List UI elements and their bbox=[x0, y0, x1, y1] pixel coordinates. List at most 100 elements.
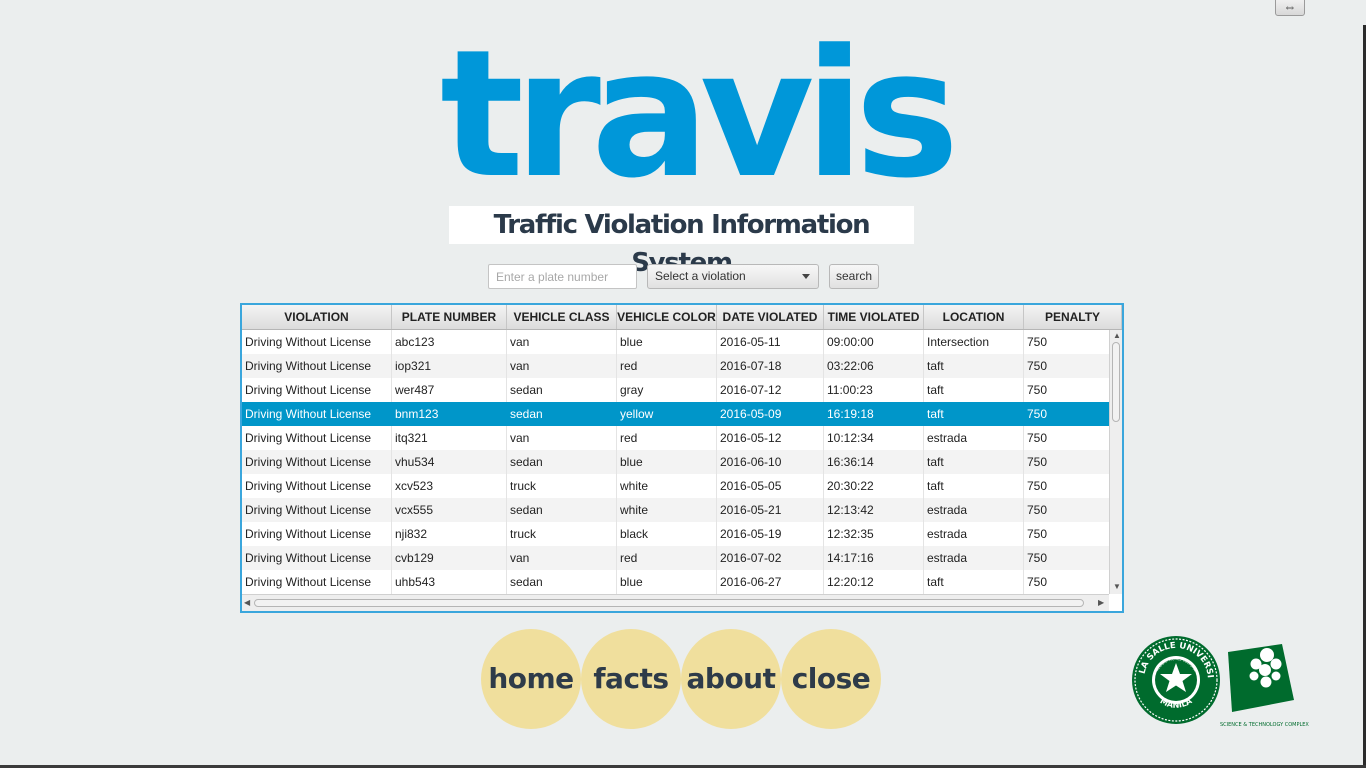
table-cell: iop321 bbox=[392, 354, 507, 378]
scroll-down-icon[interactable]: ▼ bbox=[1113, 582, 1121, 592]
table-cell: bnm123 bbox=[392, 402, 507, 426]
search-button[interactable]: search bbox=[829, 264, 879, 289]
table-cell: 2016-05-19 bbox=[717, 522, 824, 546]
table-row[interactable]: Driving Without License xcv523 truck white 2… bbox=[242, 474, 1109, 498]
table-row[interactable]: Driving Without License iop321 van red 2016-… bbox=[242, 354, 1109, 378]
plate-number-input[interactable] bbox=[488, 264, 637, 289]
table-cell: 2016-05-12 bbox=[717, 426, 824, 450]
violation-select-label: Select a violation bbox=[655, 269, 746, 283]
table-cell: van bbox=[507, 426, 617, 450]
vertical-scroll-thumb[interactable] bbox=[1112, 342, 1120, 422]
table-cell: blue bbox=[617, 570, 717, 594]
table-row[interactable]: Driving Without License cvb129 van red 2016-… bbox=[242, 546, 1109, 570]
table-cell: 16:36:14 bbox=[824, 450, 924, 474]
horizontal-scrollbar[interactable]: ◀ ▶ bbox=[242, 594, 1109, 611]
chevron-down-icon bbox=[802, 274, 810, 279]
table-cell: 750 bbox=[1024, 354, 1109, 378]
table-cell: gray bbox=[617, 378, 717, 402]
table-cell: 2016-05-21 bbox=[717, 498, 824, 522]
table-cell: 2016-06-10 bbox=[717, 450, 824, 474]
table-cell: truck bbox=[507, 522, 617, 546]
table-cell: sedan bbox=[507, 402, 617, 426]
column-header[interactable]: DATE VIOLATED bbox=[717, 305, 824, 329]
close-button[interactable]: close bbox=[781, 629, 881, 729]
table-row[interactable]: Driving Without License bnm123 sedan yellow… bbox=[242, 402, 1109, 426]
table-cell: Driving Without License bbox=[242, 330, 392, 354]
travis-logo: travis bbox=[440, 12, 960, 217]
table-cell: black bbox=[617, 522, 717, 546]
table-cell: Driving Without License bbox=[242, 378, 392, 402]
table-cell: truck bbox=[507, 474, 617, 498]
table-cell: red bbox=[617, 426, 717, 450]
facts-button[interactable]: facts bbox=[581, 629, 681, 729]
table-cell: nji832 bbox=[392, 522, 507, 546]
table-cell: 03:22:06 bbox=[824, 354, 924, 378]
column-header[interactable]: LOCATION bbox=[924, 305, 1024, 329]
table-cell: 12:32:35 bbox=[824, 522, 924, 546]
dlsu-seal-logo: DE LA SALLE UNIVERSITY MANILA RELIGIO MO… bbox=[1130, 634, 1220, 724]
table-cell: estrada bbox=[924, 426, 1024, 450]
table-body: Driving Without License abc123 van blue 2016… bbox=[242, 330, 1109, 594]
table-cell: 750 bbox=[1024, 474, 1109, 498]
column-header[interactable]: VIOLATION bbox=[242, 305, 392, 329]
table-cell: 2016-07-12 bbox=[717, 378, 824, 402]
table-cell: taft bbox=[924, 402, 1024, 426]
table-row[interactable]: Driving Without License wer487 sedan gray 20… bbox=[242, 378, 1109, 402]
column-header[interactable]: TIME VIOLATED bbox=[824, 305, 924, 329]
table-row[interactable]: Driving Without License vcx555 sedan white 2… bbox=[242, 498, 1109, 522]
column-header[interactable]: PLATE NUMBER bbox=[392, 305, 507, 329]
column-header[interactable]: PENALTY bbox=[1024, 305, 1122, 329]
table-cell: estrada bbox=[924, 546, 1024, 570]
table-row[interactable]: Driving Without License abc123 van blue 2016… bbox=[242, 330, 1109, 354]
table-cell: taft bbox=[924, 474, 1024, 498]
table-cell: Driving Without License bbox=[242, 402, 392, 426]
table-cell: itq321 bbox=[392, 426, 507, 450]
about-button[interactable]: about bbox=[681, 629, 781, 729]
table-cell: blue bbox=[617, 450, 717, 474]
table-cell: taft bbox=[924, 354, 1024, 378]
table-row[interactable]: Driving Without License nji832 truck black 2… bbox=[242, 522, 1109, 546]
table-row[interactable]: Driving Without License itq321 van red 2016-… bbox=[242, 426, 1109, 450]
table-cell: van bbox=[507, 330, 617, 354]
table-cell: 12:20:12 bbox=[824, 570, 924, 594]
table-cell: 2016-07-18 bbox=[717, 354, 824, 378]
home-button[interactable]: home bbox=[481, 629, 581, 729]
table-cell: 2016-05-05 bbox=[717, 474, 824, 498]
science-technology-complex-logo: SCIENCE & TECHNOLOGY COMPLEX bbox=[1220, 644, 1309, 728]
column-header[interactable]: VEHICLE CLASS bbox=[507, 305, 617, 329]
table-cell: 750 bbox=[1024, 522, 1109, 546]
table-cell: Driving Without License bbox=[242, 570, 392, 594]
table-cell: 750 bbox=[1024, 402, 1109, 426]
violation-select[interactable]: Select a violation bbox=[647, 264, 819, 289]
app-subtitle: Traffic Violation Information System bbox=[449, 206, 914, 278]
table-cell: blue bbox=[617, 330, 717, 354]
table-cell: estrada bbox=[924, 522, 1024, 546]
table-cell: Driving Without License bbox=[242, 426, 392, 450]
table-cell: 750 bbox=[1024, 498, 1109, 522]
table-cell: taft bbox=[924, 378, 1024, 402]
table-cell: 12:13:42 bbox=[824, 498, 924, 522]
scroll-up-icon[interactable]: ▲ bbox=[1113, 331, 1121, 341]
column-header[interactable]: VEHICLE COLOR bbox=[617, 305, 717, 329]
table-cell: yellow bbox=[617, 402, 717, 426]
table-cell: wer487 bbox=[392, 378, 507, 402]
table-row[interactable]: Driving Without License uhb543 sedan blue 20… bbox=[242, 570, 1109, 594]
table-cell: estrada bbox=[924, 498, 1024, 522]
table-cell: vcx555 bbox=[392, 498, 507, 522]
table-cell: sedan bbox=[507, 450, 617, 474]
violations-table: VIOLATION PLATE NUMBER VEHICLE CLASS VEHICL… bbox=[240, 303, 1124, 613]
table-cell: van bbox=[507, 354, 617, 378]
table-cell: 2016-07-02 bbox=[717, 546, 824, 570]
stc-caption: SCIENCE & TECHNOLOGY COMPLEX bbox=[1220, 722, 1309, 728]
scroll-left-icon[interactable]: ◀ bbox=[244, 598, 250, 608]
table-cell: 750 bbox=[1024, 330, 1109, 354]
table-row[interactable]: Driving Without License vhu534 sedan blue 20… bbox=[242, 450, 1109, 474]
table-cell: uhb543 bbox=[392, 570, 507, 594]
vertical-scrollbar[interactable]: ▲ ▼ bbox=[1109, 330, 1122, 594]
table-cell: red bbox=[617, 354, 717, 378]
scroll-right-icon[interactable]: ▶ bbox=[1098, 598, 1104, 608]
horizontal-scroll-thumb[interactable] bbox=[254, 599, 1084, 607]
table-cell: white bbox=[617, 498, 717, 522]
window-resize-button[interactable]: ⇔ bbox=[1275, 0, 1305, 16]
table-cell: 11:00:23 bbox=[824, 378, 924, 402]
